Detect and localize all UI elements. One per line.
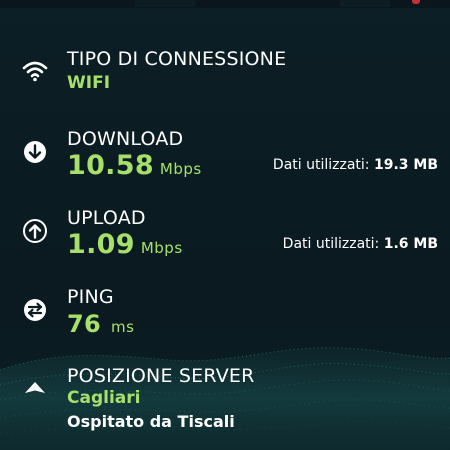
connection-type-label: TIPO DI CONNESSIONE — [67, 48, 287, 70]
wifi-icon — [22, 61, 48, 82]
ping-unit: ms — [111, 318, 135, 336]
ping-value-line: 76 ms — [67, 310, 134, 338]
upload-unit: Mbps — [140, 239, 183, 257]
upload-value-line: 1.09 Mbps — [67, 229, 183, 260]
download-label: DOWNLOAD — [67, 128, 184, 150]
download-arrow-icon — [24, 141, 46, 163]
download-data-used-value: 19.3 MB — [373, 157, 438, 173]
upload-data-used-label: Dati utilizzati: — [282, 236, 380, 252]
ping-label: PING — [67, 286, 114, 308]
upload-data-used: Dati utilizzati: 1.6 MB — [283, 236, 438, 252]
download-unit: Mbps — [159, 160, 202, 178]
location-triangle-icon — [25, 382, 45, 393]
download-data-used: Dati utilizzati: 19.3 MB — [273, 157, 438, 173]
server-city-line: Cagliari — [67, 388, 140, 408]
upload-data-used-value: 1.6 MB — [383, 236, 438, 252]
upload-arrow-icon — [23, 219, 47, 243]
ping-arrows-icon — [24, 299, 46, 321]
connection-type-value-line: WIFI — [67, 73, 110, 93]
ping-value: 76 — [67, 310, 101, 338]
status-indicator — [412, 0, 420, 4]
connection-type-value: WIFI — [67, 73, 111, 93]
download-value-line: 10.58 Mbps — [67, 150, 202, 181]
status-block — [135, 0, 195, 7]
server-location-label: POSIZIONE SERVER — [67, 365, 255, 387]
download-value: 10.58 — [67, 150, 154, 181]
status-block — [340, 0, 390, 7]
upload-label: UPLOAD — [67, 207, 146, 229]
upload-value: 1.09 — [67, 229, 135, 260]
download-data-used-label: Dati utilizzati: — [272, 157, 370, 173]
top-status-strip — [0, 0, 450, 8]
speedtest-results-screen: TIPO DI CONNESSIONE WIFI DOWNLOAD 10.58 M… — [0, 0, 450, 450]
server-host: Ospitato da Tiscali — [67, 412, 235, 431]
server-city: Cagliari — [67, 388, 141, 408]
